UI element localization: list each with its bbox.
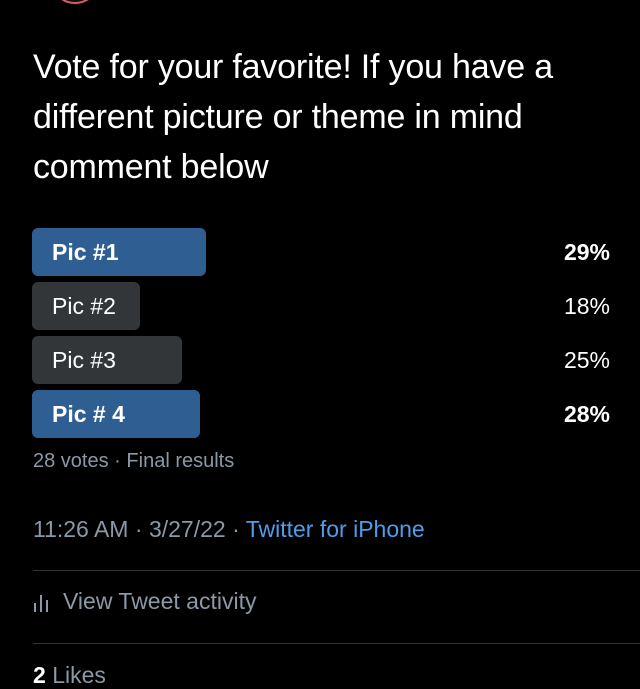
- separator-dot: ·: [134, 516, 143, 542]
- poll-option-label: Pic #2: [52, 293, 116, 319]
- separator-dot: ·: [114, 450, 121, 472]
- tweet-date[interactable]: 3/27/22: [149, 516, 226, 542]
- poll-option-percent: 28%: [563, 401, 610, 427]
- poll-option-percent: 29%: [563, 239, 610, 265]
- separator-dot: ·: [232, 516, 240, 542]
- tweet-timestamp: 11:26 AM · 3/27/22 · Twitter for iPhone: [33, 516, 425, 543]
- poll: Pic #1 29% Pic #2 18% Pic #3 25% Pic # 4…: [32, 228, 612, 444]
- likes-count-link[interactable]: 2 Likes: [33, 662, 106, 689]
- likes-count: 2: [33, 662, 46, 688]
- poll-vote-count: 28 votes: [33, 450, 109, 472]
- avatar-image: [50, 0, 100, 4]
- divider: [33, 570, 640, 571]
- poll-option-label: Pic #3: [52, 347, 116, 373]
- author-avatar[interactable]: [50, 0, 100, 4]
- poll-option: Pic # 4 28%: [32, 390, 612, 438]
- poll-summary: 28 votes · Final results: [33, 450, 234, 473]
- poll-status: Final results: [126, 450, 235, 472]
- poll-option: Pic #1 29%: [32, 228, 612, 276]
- tweet-text: Vote for your favorite! If you have a di…: [33, 48, 553, 186]
- divider: [33, 643, 640, 644]
- poll-option: Pic #3 25%: [32, 336, 612, 384]
- tweet-time[interactable]: 11:26 AM: [33, 516, 128, 542]
- poll-option-percent: 25%: [563, 347, 610, 373]
- poll-option: Pic #2 18%: [32, 282, 612, 330]
- view-tweet-activity-button[interactable]: View Tweet activity: [33, 588, 256, 615]
- poll-option-label: Pic # 4: [52, 401, 125, 427]
- likes-label: Likes: [52, 662, 106, 688]
- analytics-bars-icon: [33, 592, 51, 612]
- poll-option-percent: 18%: [563, 293, 610, 319]
- poll-option-label: Pic #1: [52, 239, 119, 265]
- view-tweet-activity-label: View Tweet activity: [63, 588, 257, 614]
- tweet-source-link[interactable]: Twitter for iPhone: [246, 516, 425, 542]
